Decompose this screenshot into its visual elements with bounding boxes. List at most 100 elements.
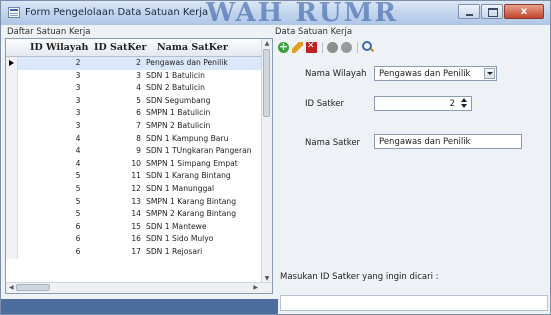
maximize-button[interactable]	[481, 4, 503, 19]
grid-header: ID Wilayah ID SatKer Nama SatKer	[6, 39, 262, 57]
table-row[interactable]: 2 2 Pengawas dan Penilik	[6, 57, 262, 70]
cell-id-wilayah: 5	[75, 196, 81, 206]
cell-nama-satker: SMPN 1 Simpang Empat	[146, 158, 238, 168]
close-icon: x	[520, 6, 528, 17]
table-row[interactable]: 5 11 SDN 1 Karang Bintang	[6, 170, 262, 183]
cell-nama-satker: SDN 1 Rejosari	[146, 246, 203, 256]
edit-icon[interactable]	[292, 41, 303, 53]
table-row[interactable]: 4 9 SDN 1 TUngkaran Pangeran	[6, 145, 262, 158]
grid-rows: 2 2 Pengawas dan Penilik 3 3 SDN 1 Batulicin…	[6, 57, 262, 259]
cell-id-wilayah: 5	[75, 171, 81, 181]
cell-nama-satker: SDN 2 Batulicin	[146, 83, 205, 93]
table-row[interactable]: 3 6 SMPN 1 Batulicin	[6, 107, 262, 120]
table-row[interactable]: 5 13 SMPN 1 Karang Bintang	[6, 195, 262, 209]
cell-id-wilayah: 3	[75, 70, 81, 80]
close-button[interactable]: x	[504, 4, 544, 19]
scroll-up-icon[interactable]: ▲	[262, 39, 272, 48]
cell-id-satker: 8	[136, 133, 141, 143]
row-indicator	[6, 119, 18, 133]
scroll-right-icon[interactable]: ▶	[253, 283, 258, 293]
cell-id-satker: 3	[136, 70, 141, 80]
maximize-icon	[488, 8, 498, 17]
stepper-arrows-icon[interactable]	[460, 98, 469, 109]
row-indicator	[6, 245, 18, 259]
row-indicator	[6, 157, 18, 171]
cell-id-satker: 17	[131, 246, 141, 256]
cell-id-wilayah: 5	[75, 209, 81, 219]
cell-nama-satker: SMPN 2 Batulicin	[146, 120, 211, 130]
window-controls: x	[457, 4, 544, 20]
cell-id-satker: 2	[136, 58, 141, 67]
table-row[interactable]: 3 5 SDN Segumbang	[6, 94, 262, 108]
cell-id-satker: 14	[131, 209, 141, 219]
table-row[interactable]: 5 12 SDN 1 Manunggal	[6, 182, 262, 196]
id-satker-stepper[interactable]: 2	[374, 96, 472, 111]
table-row[interactable]: 3 7 SMPN 2 Batulicin	[6, 119, 262, 133]
toolbar-separator	[322, 41, 323, 53]
minimize-button[interactable]	[458, 4, 480, 19]
taskbar-strip	[1, 299, 278, 314]
cancel-icon[interactable]	[341, 41, 352, 53]
cell-id-satker: 5	[136, 95, 141, 105]
add-icon[interactable]	[278, 40, 289, 53]
table-row[interactable]: 3 3 SDN 1 Batulicin	[6, 69, 262, 83]
search-icon[interactable]	[362, 41, 372, 51]
scroll-thumb[interactable]	[263, 49, 270, 117]
cell-id-wilayah: 5	[75, 183, 81, 193]
delete-icon[interactable]	[306, 41, 317, 53]
row-indicator	[6, 145, 18, 158]
row-indicator	[6, 220, 18, 234]
cell-id-satker: 6	[136, 108, 141, 118]
right-panel-title: Data Satuan Kerja	[275, 27, 353, 37]
title-bar[interactable]: WAH RUMR Form Pengelolaan Data Satuan Ke…	[1, 0, 550, 28]
table-row[interactable]: 3 4 SDN 2 Batulicin	[6, 82, 262, 95]
row-indicator	[6, 195, 18, 209]
cell-id-wilayah: 4	[75, 158, 81, 168]
table-row[interactable]: 4 8 SDN 1 Kampung Baru	[6, 132, 262, 146]
row-indicator	[6, 69, 18, 83]
nama-wilayah-select[interactable]: Pengawas dan Penilik	[374, 66, 497, 81]
search-input[interactable]	[280, 295, 548, 311]
satker-grid[interactable]: ID Wilayah ID SatKer Nama SatKer 2 2 Penga…	[5, 38, 273, 294]
row-indicator	[6, 57, 18, 70]
nama-wilayah-value: Pengawas dan Penilik	[379, 69, 471, 79]
cell-nama-satker: SDN 1 Manunggal	[146, 183, 215, 193]
column-header-nama-satker[interactable]: Nama SatKer	[157, 42, 228, 53]
row-indicator	[6, 208, 18, 221]
table-row[interactable]: 6 15 SDN 1 Mantewe	[6, 220, 262, 234]
cell-id-wilayah: 6	[75, 246, 81, 256]
chevron-down-icon[interactable]	[484, 68, 495, 79]
scroll-left-icon[interactable]: ◀	[9, 283, 14, 293]
row-indicator	[6, 132, 18, 146]
nama-wilayah-label: Nama Wilayah	[305, 69, 367, 79]
grid-horizontal-scrollbar[interactable]: ◀ ▶	[6, 282, 272, 293]
table-row[interactable]: 6 16 SDN 1 Sido Mulyo	[6, 233, 262, 246]
left-panel-title: Daftar Satuan Kerja	[7, 27, 91, 37]
id-satker-value: 2	[449, 99, 455, 109]
window-title: Form Pengelolaan Data Satuan Kerja	[25, 7, 209, 18]
id-satker-label: ID Satker	[305, 99, 345, 109]
nama-satker-field[interactable]	[374, 134, 522, 149]
hscroll-thumb[interactable]	[16, 284, 50, 291]
cell-id-wilayah: 3	[75, 83, 81, 93]
cell-nama-satker: SDN 1 TUngkaran Pangeran	[146, 146, 252, 156]
grid-vertical-scrollbar[interactable]: ▲ ▼	[261, 39, 272, 283]
column-header-id-wilayah[interactable]: ID Wilayah	[30, 42, 88, 53]
cell-id-wilayah: 6	[75, 221, 81, 231]
row-indicator	[6, 82, 18, 95]
column-header-id-satker[interactable]: ID SatKer	[94, 42, 147, 53]
search-prompt: Masukan ID Satker yang ingin dicari :	[280, 272, 439, 282]
table-row[interactable]: 4 10 SMPN 1 Simpang Empat	[6, 157, 262, 171]
form-window: WAH RUMR Form Pengelolaan Data Satuan Ke…	[0, 0, 551, 315]
cell-nama-satker: SDN 1 Mantewe	[146, 221, 207, 231]
cell-id-satker: 7	[136, 120, 141, 130]
cell-id-satker: 11	[131, 171, 141, 181]
save-icon[interactable]	[327, 41, 338, 53]
cell-nama-satker: SMPN 1 Batulicin	[146, 108, 211, 118]
cell-id-wilayah: 4	[75, 146, 81, 156]
minimize-icon	[466, 14, 473, 16]
table-row[interactable]: 6 17 SDN 1 Rejosari	[6, 245, 262, 259]
cell-id-wilayah: 2	[75, 58, 81, 67]
table-row[interactable]: 5 14 SMPN 2 Karang Bintang	[6, 208, 262, 221]
row-indicator	[6, 182, 18, 196]
